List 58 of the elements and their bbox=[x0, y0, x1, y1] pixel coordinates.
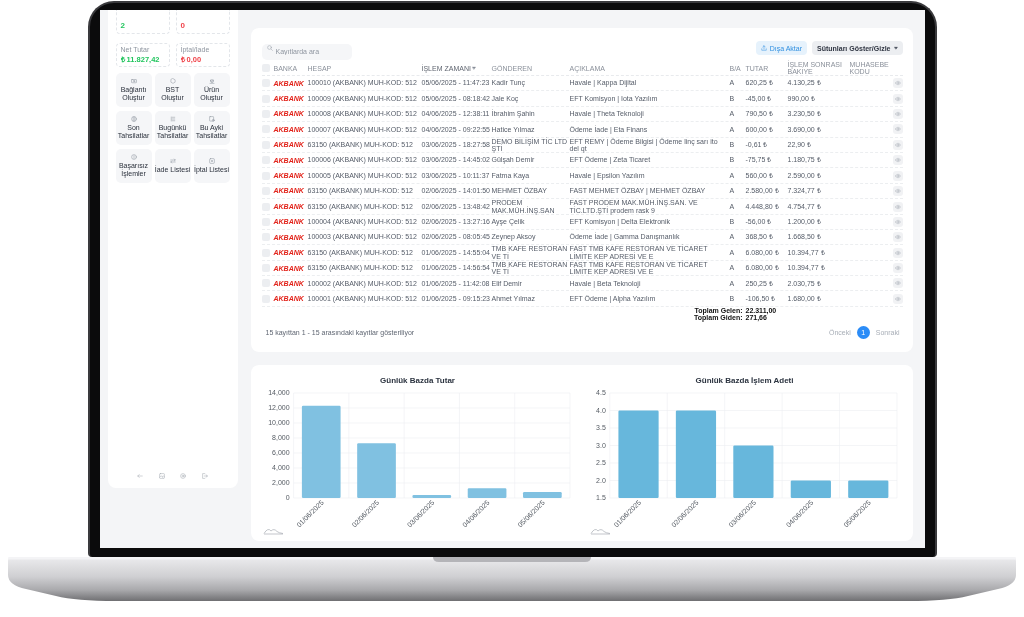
bar bbox=[522, 492, 562, 498]
document-icon bbox=[208, 116, 215, 123]
caret-icon bbox=[893, 46, 898, 50]
eye-icon bbox=[894, 110, 901, 117]
eye-icon bbox=[894, 203, 901, 210]
bar bbox=[732, 445, 773, 498]
view-button[interactable] bbox=[892, 247, 903, 258]
hexagon-icon bbox=[169, 78, 176, 85]
back-arrow-icon[interactable] bbox=[137, 473, 144, 479]
view-button[interactable] bbox=[892, 232, 903, 243]
stat-value: 0 bbox=[180, 21, 185, 30]
upload-icon bbox=[760, 45, 767, 51]
box-icon bbox=[208, 78, 215, 85]
view-button[interactable] bbox=[892, 108, 903, 119]
eye-icon bbox=[894, 249, 901, 256]
view-button[interactable] bbox=[892, 155, 903, 166]
mountain-logo-icon bbox=[590, 529, 610, 535]
bar bbox=[356, 443, 396, 498]
view-button[interactable] bbox=[892, 185, 903, 196]
view-button[interactable] bbox=[892, 201, 903, 212]
view-button[interactable] bbox=[892, 78, 903, 89]
view-button[interactable] bbox=[892, 293, 903, 304]
view-button[interactable] bbox=[892, 93, 903, 104]
eye-icon bbox=[894, 265, 901, 272]
eye-icon bbox=[894, 157, 901, 164]
swap-arrows-icon bbox=[169, 158, 176, 165]
eye-icon bbox=[894, 95, 901, 102]
view-button[interactable] bbox=[892, 170, 903, 181]
search-icon bbox=[266, 45, 273, 51]
eye-icon bbox=[894, 172, 901, 179]
eye-icon bbox=[894, 234, 901, 241]
view-button[interactable] bbox=[892, 124, 903, 135]
sort-caret-icon bbox=[472, 66, 477, 71]
eye-icon bbox=[894, 295, 901, 302]
eye-icon bbox=[894, 80, 901, 87]
view-button[interactable] bbox=[892, 263, 903, 274]
bar bbox=[411, 495, 451, 498]
mountain-logo-icon bbox=[263, 529, 283, 535]
settings-icon[interactable] bbox=[180, 473, 187, 479]
chart-title: Günlük Bazda Tutar bbox=[380, 376, 455, 386]
eye-icon bbox=[894, 280, 901, 287]
view-button[interactable] bbox=[892, 278, 903, 289]
view-button[interactable] bbox=[892, 139, 903, 150]
image-icon[interactable] bbox=[158, 473, 165, 479]
eye-icon bbox=[894, 126, 901, 133]
logout-icon[interactable] bbox=[201, 473, 208, 479]
banknote-icon bbox=[130, 78, 137, 85]
list-icon bbox=[169, 116, 176, 123]
eye-icon bbox=[894, 187, 901, 194]
coin-icon bbox=[130, 116, 137, 123]
view-button[interactable] bbox=[892, 216, 903, 227]
eye-icon bbox=[894, 218, 901, 225]
stat-value: 2 bbox=[120, 21, 125, 30]
bar bbox=[467, 488, 506, 498]
eye-icon bbox=[894, 141, 901, 148]
alert-icon bbox=[130, 154, 137, 161]
chart-title: Günlük Bazda İşlem Adeti bbox=[695, 376, 794, 386]
cancel-icon bbox=[208, 158, 215, 165]
